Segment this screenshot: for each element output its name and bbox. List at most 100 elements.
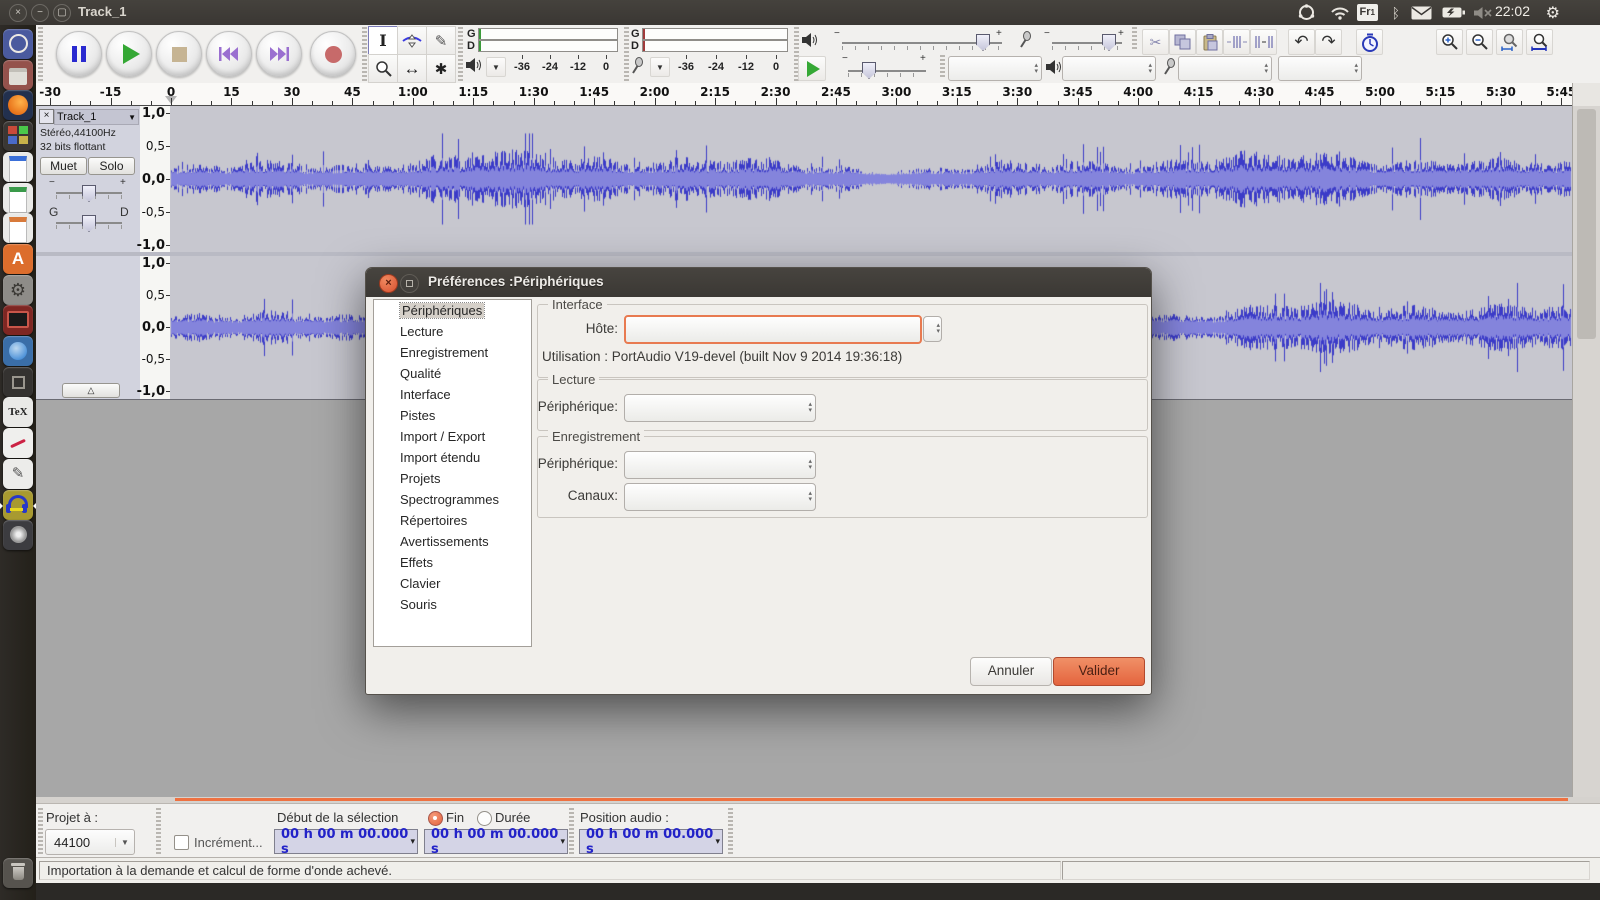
window-close-button[interactable]: × xyxy=(9,4,27,22)
redo-button[interactable]: ↷ xyxy=(1315,29,1342,55)
session-gear-icon[interactable]: ⚙ xyxy=(1546,4,1560,21)
launcher-item-disk-utility[interactable] xyxy=(3,520,33,550)
timer-record-button[interactable] xyxy=(1356,29,1383,55)
playback-meter-left-bar[interactable] xyxy=(478,28,618,40)
playback-meter-right-bar[interactable] xyxy=(478,40,618,52)
transport-grip[interactable] xyxy=(38,27,43,81)
keyboard-layout-indicator[interactable]: Fr1 xyxy=(1357,4,1378,21)
zoom-out-button[interactable] xyxy=(1466,29,1493,55)
cut-button[interactable]: ✂ xyxy=(1142,29,1169,55)
vertical-scale-right-channel[interactable]: 1,00,50,0-0,5-1,0 xyxy=(140,256,171,399)
recording-meter-grip[interactable] xyxy=(624,27,629,81)
launcher-item-libreoffice-writer[interactable] xyxy=(3,152,33,182)
play-at-speed-button[interactable] xyxy=(798,56,826,81)
category-item-souris[interactable]: Souris xyxy=(374,594,531,615)
category-item-projets[interactable]: Projets xyxy=(374,468,531,489)
category-item-pistes[interactable]: Pistes xyxy=(374,405,531,426)
launcher-item-dash-home[interactable] xyxy=(3,29,33,59)
launcher-item-archive-app[interactable] xyxy=(3,367,33,397)
record-button[interactable] xyxy=(310,31,356,77)
dialog-close-button[interactable]: × xyxy=(379,274,398,293)
copy-button[interactable] xyxy=(1169,29,1196,55)
fit-project-button[interactable] xyxy=(1526,29,1553,55)
volume-muted-icon[interactable] xyxy=(1474,4,1494,21)
dialog-titlebar[interactable]: × Préférences :Périphériques xyxy=(366,268,1151,297)
envelope-tool-button[interactable] xyxy=(397,26,427,55)
launcher-item-texmaker[interactable]: TeX xyxy=(3,397,33,427)
skip-to-end-button[interactable] xyxy=(256,31,302,77)
playback-device-combo[interactable]: ▴▾ xyxy=(624,394,816,422)
battery-icon[interactable] xyxy=(1442,4,1466,21)
collapse-track-button[interactable]: △ xyxy=(62,383,120,398)
dialog-maximize-button[interactable] xyxy=(400,274,419,293)
vertical-scrollbar[interactable] xyxy=(1572,106,1600,797)
solo-button[interactable]: Solo xyxy=(88,157,135,175)
category-item-import-tendu[interactable]: Import étendu xyxy=(374,447,531,468)
recording-meter-right-bar[interactable] xyxy=(642,40,788,52)
playback-speed-slider[interactable] xyxy=(848,70,926,72)
launcher-item-gedit[interactable]: ✎ xyxy=(3,459,33,489)
recording-meter-dropdown[interactable]: ▼ xyxy=(650,57,670,77)
snap-grip[interactable] xyxy=(156,808,161,854)
zoom-in-button[interactable] xyxy=(1436,29,1463,55)
draw-tool-button[interactable]: ✎ xyxy=(426,26,456,55)
fit-selection-button[interactable] xyxy=(1496,29,1523,55)
position-grip[interactable] xyxy=(569,808,574,854)
bluetooth-icon[interactable]: ᛒ xyxy=(1392,4,1400,21)
category-item-lecture[interactable]: Lecture xyxy=(374,321,531,342)
play-button[interactable] xyxy=(106,31,152,77)
audio-position-timefield[interactable]: 00 h 00 m 00.000 s ▾ xyxy=(579,829,723,854)
launcher-item-libreoffice-calc[interactable] xyxy=(3,183,33,213)
timeline-ruler[interactable]: -30-1501530451:001:151:301:452:002:152:3… xyxy=(36,83,1600,106)
preferences-category-list[interactable]: PériphériquesLectureEnregistrementQualit… xyxy=(373,299,532,647)
recording-meter-left-bar[interactable] xyxy=(642,28,788,40)
category-item-spectrogrammes[interactable]: Spectrogrammes xyxy=(374,489,531,510)
selection-tool-button[interactable]: I xyxy=(368,26,398,55)
radio-duration[interactable] xyxy=(477,811,492,826)
playback-meter-grip[interactable] xyxy=(458,27,463,81)
category-item-qualit-[interactable]: Qualité xyxy=(374,363,531,384)
playback-meter-dropdown[interactable]: ▼ xyxy=(486,57,506,77)
track-menu-button[interactable]: Track_1 ▼ xyxy=(54,109,139,125)
gain-thumb[interactable] xyxy=(82,185,96,202)
mute-button[interactable]: Muet xyxy=(40,157,87,175)
launcher-item-workspace-switcher[interactable] xyxy=(3,121,33,151)
selection-start-timefield[interactable]: 00 h 00 m 00.000 s ▾ xyxy=(274,829,418,854)
launcher-item-system-settings[interactable]: ⚙ xyxy=(3,275,33,305)
zoom-tool-button[interactable] xyxy=(368,54,398,83)
cancel-button[interactable]: Annuler xyxy=(970,657,1052,686)
launcher-item-file-manager[interactable] xyxy=(3,60,33,90)
window-maximize-button[interactable]: ▢ xyxy=(53,4,71,22)
ok-button[interactable]: Valider xyxy=(1053,657,1145,686)
track-close-button[interactable]: × xyxy=(39,109,54,124)
host-select[interactable] xyxy=(624,315,922,344)
window-minimize-button[interactable]: − xyxy=(31,4,49,22)
pan-thumb[interactable] xyxy=(82,215,96,232)
category-item-clavier[interactable]: Clavier xyxy=(374,573,531,594)
multi-tool-button[interactable]: ✱ xyxy=(426,54,456,83)
playback-device-select[interactable]: ▴▾ xyxy=(1062,56,1156,81)
selection-toolbar-grip[interactable] xyxy=(38,808,43,854)
selection-end-timefield[interactable]: 00 h 00 m 00.000 s ▾ xyxy=(424,829,568,854)
launcher-item-firefox[interactable] xyxy=(3,90,33,120)
recording-channels-select[interactable]: ▴▾ xyxy=(1278,56,1362,81)
waveform-left-channel[interactable] xyxy=(170,106,1572,252)
paste-button[interactable] xyxy=(1196,29,1223,55)
launcher-item-trash[interactable] xyxy=(3,858,33,888)
clock[interactable]: 22:02 xyxy=(1495,3,1530,19)
host-device-select[interactable]: ▴▾ xyxy=(948,56,1042,81)
category-item-enregistrement[interactable]: Enregistrement xyxy=(374,342,531,363)
horizontal-scrollbar-thumb[interactable] xyxy=(175,798,1568,801)
category-item-import-export[interactable]: Import / Export xyxy=(374,426,531,447)
radio-end[interactable] xyxy=(428,811,443,826)
skip-to-start-button[interactable] xyxy=(206,31,252,77)
undo-button[interactable]: ↶ xyxy=(1288,29,1315,55)
project-rate-select[interactable]: 44100 ▼ xyxy=(45,829,135,855)
end-grip[interactable] xyxy=(728,808,733,854)
category-item-p-riph-riques[interactable]: Périphériques xyxy=(374,300,531,321)
launcher-item-software-center[interactable]: A xyxy=(3,244,33,274)
stop-button[interactable] xyxy=(156,31,202,77)
category-item-interface[interactable]: Interface xyxy=(374,384,531,405)
category-item-effets[interactable]: Effets xyxy=(374,552,531,573)
launcher-item-xournal[interactable] xyxy=(3,428,33,458)
